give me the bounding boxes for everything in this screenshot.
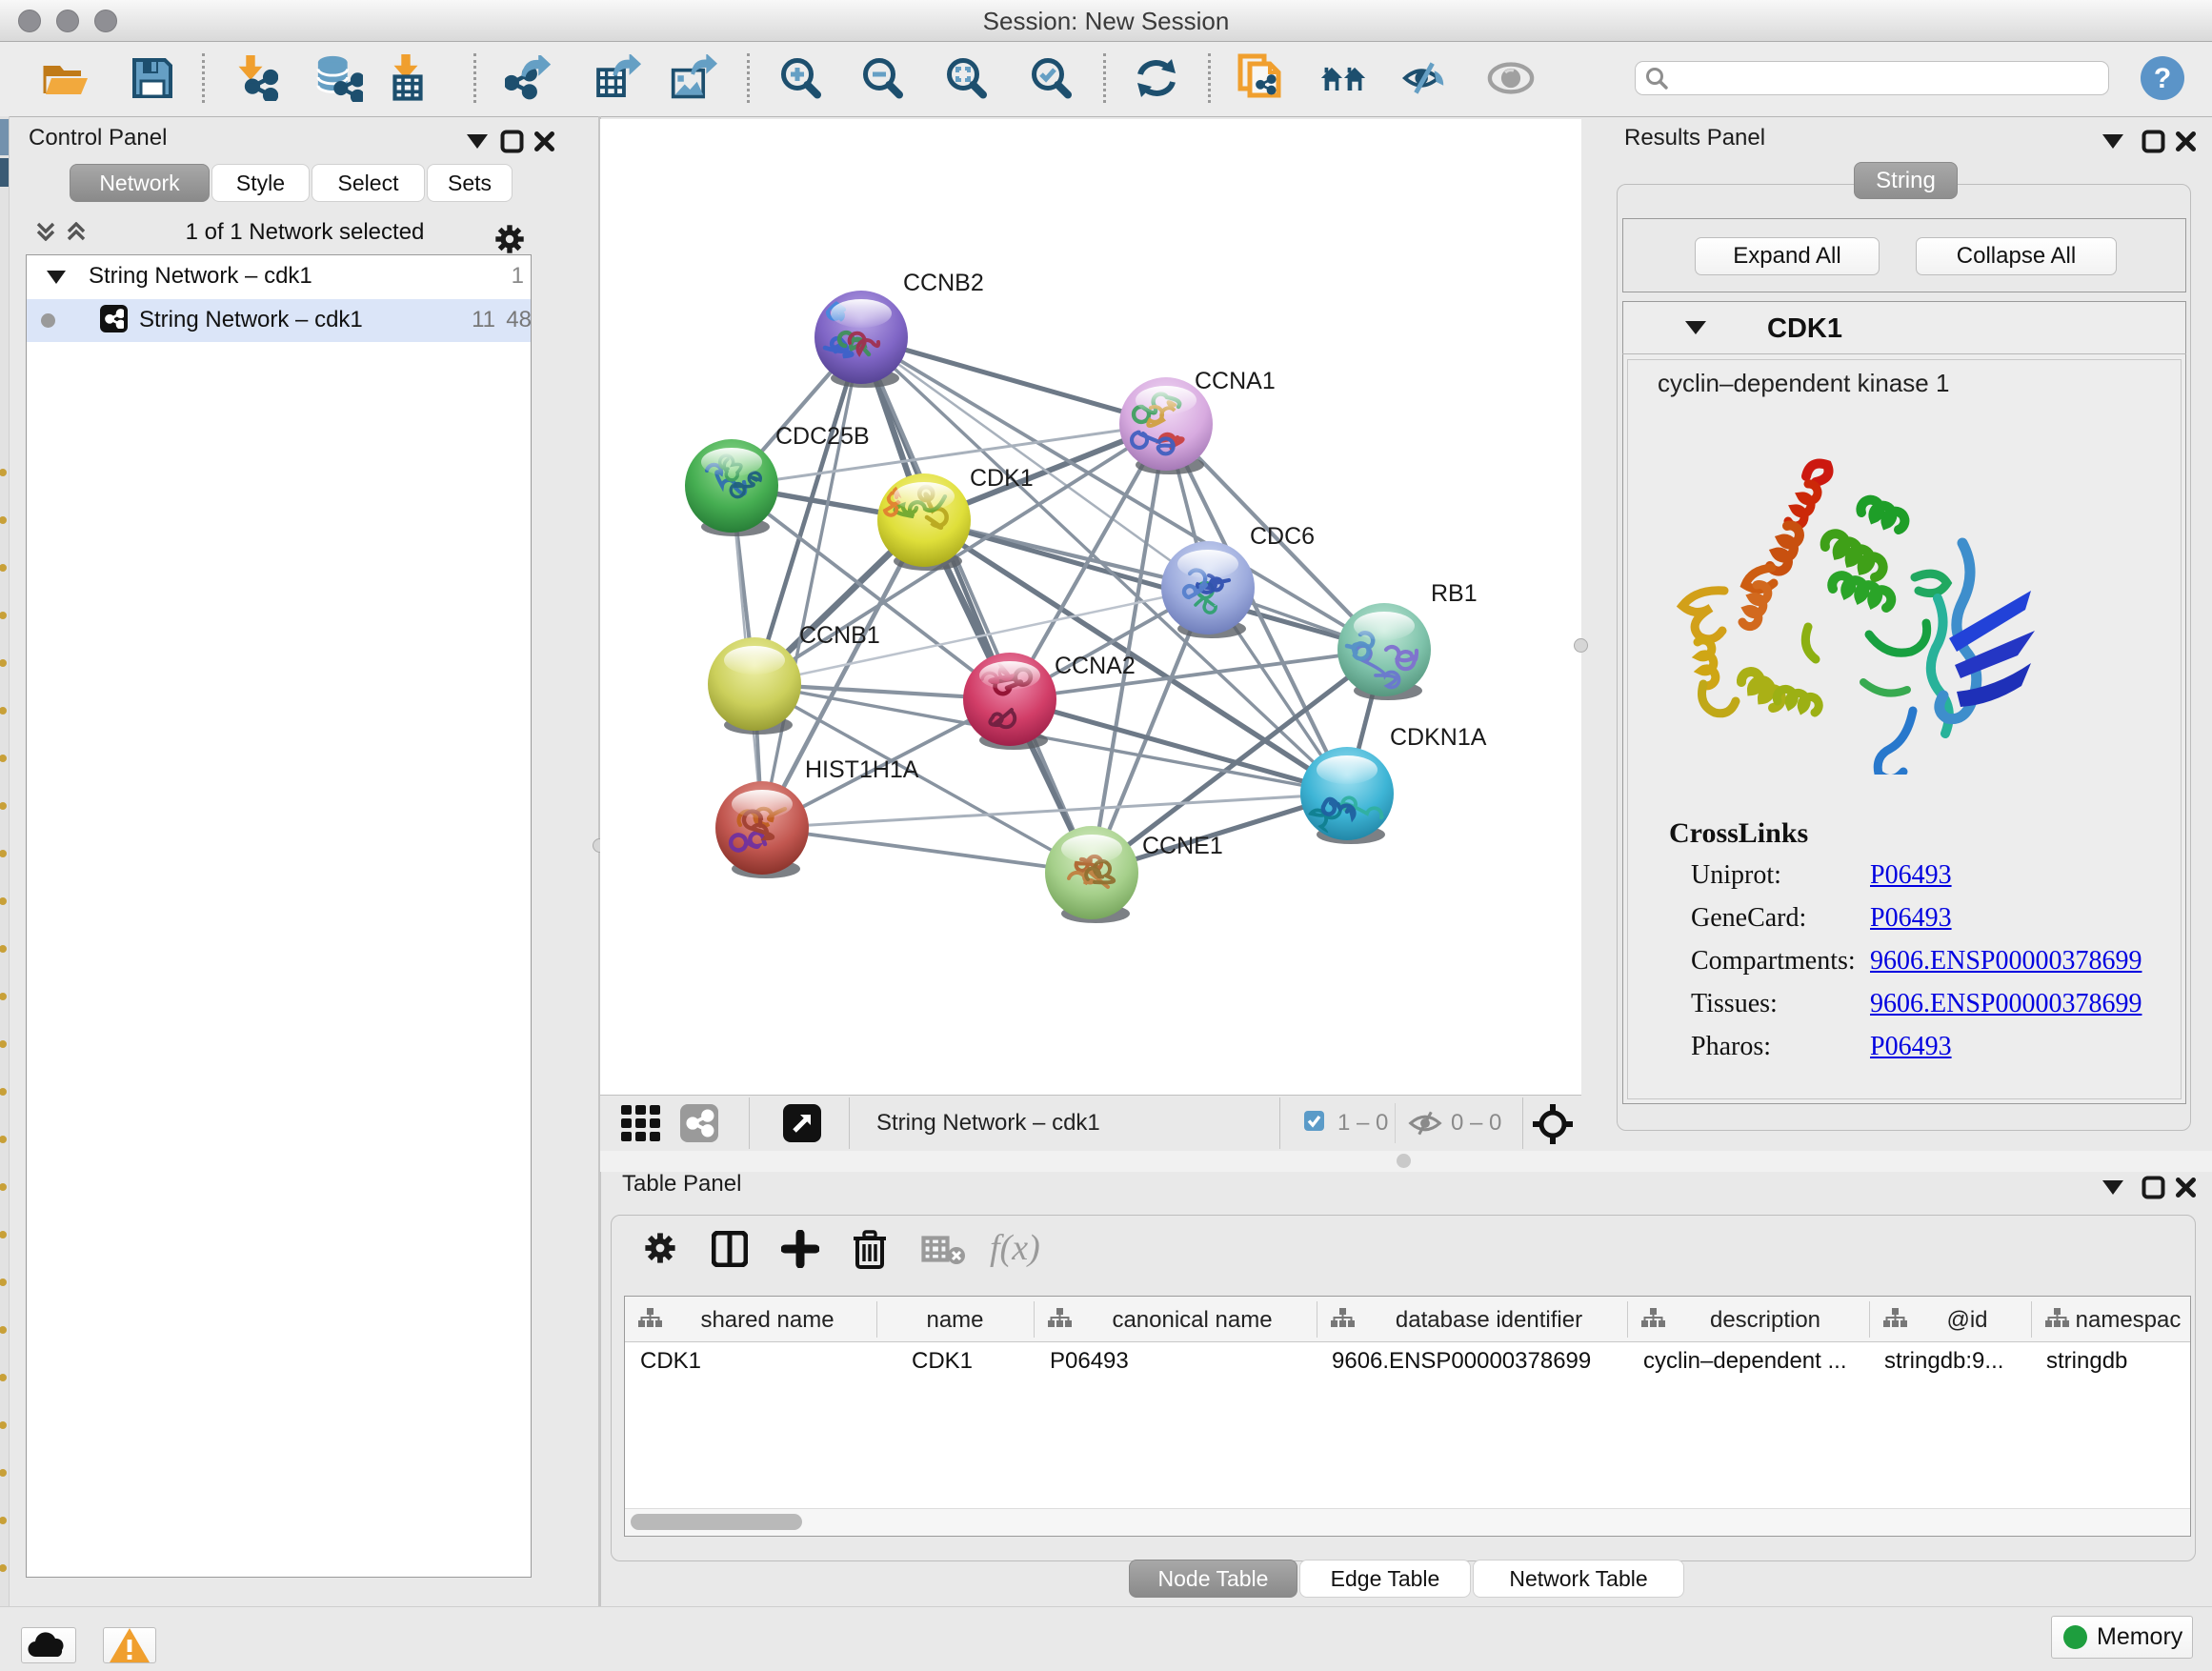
svg-text:CDC6: CDC6 (1250, 523, 1315, 550)
svg-text:CDC25B: CDC25B (775, 423, 870, 450)
svg-text:CCNA1: CCNA1 (1195, 368, 1276, 394)
svg-text:RB1: RB1 (1431, 580, 1478, 607)
svg-text:CCNB2: CCNB2 (903, 270, 984, 296)
svg-text:CCNA2: CCNA2 (1055, 653, 1136, 679)
svg-text:CCNE1: CCNE1 (1142, 833, 1223, 859)
svg-text:HIST1H1A: HIST1H1A (805, 756, 919, 783)
svg-text:CCNB1: CCNB1 (799, 622, 880, 649)
svg-text:CDKN1A: CDKN1A (1390, 724, 1487, 751)
svg-text:?: ? (2154, 63, 2171, 94)
svg-text:CDK1: CDK1 (970, 465, 1034, 492)
